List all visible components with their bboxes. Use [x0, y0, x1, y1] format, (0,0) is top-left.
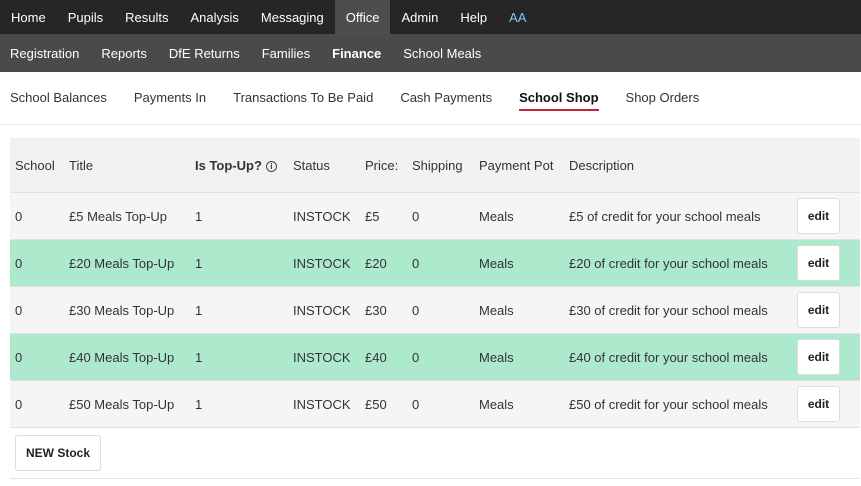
cell-payment-pot: Meals: [474, 380, 564, 427]
cell-description: £5 of credit for your school meals: [564, 192, 792, 240]
topnav-item-results[interactable]: Results: [114, 0, 179, 34]
tab-shop-orders[interactable]: Shop Orders: [626, 89, 700, 107]
column-header-status: Status: [293, 157, 330, 173]
subnav-item-finance[interactable]: Finance: [321, 46, 392, 61]
cell-shipping: 0: [407, 380, 474, 427]
cell-school: 0: [10, 333, 64, 381]
cell-status: INSTOCK: [288, 380, 360, 427]
cell-price: £20: [360, 239, 407, 287]
table-header-row: School Title Is Top-Up? i Status Price: S…: [10, 138, 860, 193]
cell-status: INSTOCK: [288, 286, 360, 334]
topnav-item-office[interactable]: Office: [334, 0, 391, 34]
cell-actions: edit: [792, 239, 860, 287]
cell-payment-pot: Meals: [474, 286, 564, 334]
cell-payment-pot: Meals: [474, 192, 564, 240]
tab-payments-in[interactable]: Payments In: [134, 89, 206, 107]
topnav-item-pupils[interactable]: Pupils: [57, 0, 114, 34]
table-footer: NEW Stock: [10, 427, 860, 479]
cell-is-top-up: 1: [190, 380, 288, 427]
edit-button[interactable]: edit: [797, 339, 840, 375]
cell-title: £5 Meals Top-Up: [64, 192, 190, 240]
cell-school: 0: [10, 192, 64, 240]
cell-payment-pot: Meals: [474, 239, 564, 287]
top-navigation: Home Pupils Results Analysis Messaging O…: [0, 0, 861, 34]
cell-status: INSTOCK: [288, 192, 360, 240]
cell-price: £30: [360, 286, 407, 334]
tab-cash-payments[interactable]: Cash Payments: [400, 89, 492, 107]
cell-school: 0: [10, 239, 64, 287]
cell-title: £30 Meals Top-Up: [64, 286, 190, 334]
column-header-payment-pot: Payment Pot: [479, 157, 554, 173]
column-header-is-top-up: Is Top-Up? i: [190, 138, 288, 193]
cell-description: £30 of credit for your school meals: [564, 286, 792, 334]
cell-is-top-up: 1: [190, 239, 288, 287]
subnav-item-families[interactable]: Families: [251, 46, 321, 61]
edit-button[interactable]: edit: [797, 292, 840, 328]
column-header-price: Price:: [365, 157, 399, 173]
table-row: 0 £20 Meals Top-Up 1 INSTOCK £20 0 Meals…: [10, 239, 860, 287]
column-header-description: Description: [569, 157, 635, 173]
cell-title: £40 Meals Top-Up: [64, 333, 190, 381]
tab-school-shop[interactable]: School Shop: [519, 89, 599, 111]
sub-navigation: Registration Reports DfE Returns Familie…: [0, 34, 861, 72]
cell-actions: edit: [792, 380, 860, 427]
cell-is-top-up: 1: [190, 286, 288, 334]
topnav-item-admin[interactable]: Admin: [390, 0, 449, 34]
shop-items-table-container: School Title Is Top-Up? i Status Price: S…: [10, 138, 860, 427]
shop-items-table: School Title Is Top-Up? i Status Price: S…: [10, 138, 860, 427]
cell-status: INSTOCK: [288, 333, 360, 381]
subnav-item-school-meals[interactable]: School Meals: [392, 46, 492, 61]
table-row: 0 £40 Meals Top-Up 1 INSTOCK £40 0 Meals…: [10, 333, 860, 381]
cell-actions: edit: [792, 286, 860, 334]
column-header-school: School: [15, 157, 55, 173]
topnav-item-analysis[interactable]: Analysis: [179, 0, 249, 34]
cell-description: £20 of credit for your school meals: [564, 239, 792, 287]
column-header-title: Title: [69, 157, 94, 173]
cell-price: £50: [360, 380, 407, 427]
subnav-item-registration[interactable]: Registration: [0, 46, 90, 61]
table-row: 0 £50 Meals Top-Up 1 INSTOCK £50 0 Meals…: [10, 380, 860, 427]
cell-actions: edit: [792, 192, 860, 240]
cell-shipping: 0: [407, 286, 474, 334]
tab-school-balances[interactable]: School Balances: [10, 89, 107, 107]
cell-description: £40 of credit for your school meals: [564, 333, 792, 381]
cell-price: £40: [360, 333, 407, 381]
cell-school: 0: [10, 380, 64, 427]
user-initials-link[interactable]: AA: [498, 0, 537, 34]
cell-actions: edit: [792, 333, 860, 381]
edit-button[interactable]: edit: [797, 198, 840, 234]
cell-payment-pot: Meals: [474, 333, 564, 381]
cell-description: £50 of credit for your school meals: [564, 380, 792, 427]
info-icon[interactable]: i: [265, 160, 277, 172]
subnav-item-reports[interactable]: Reports: [90, 46, 158, 61]
topnav-item-home[interactable]: Home: [0, 0, 57, 34]
cell-status: INSTOCK: [288, 239, 360, 287]
cell-shipping: 0: [407, 192, 474, 240]
column-header-actions: [792, 138, 860, 193]
cell-is-top-up: 1: [190, 333, 288, 381]
column-header-shipping: Shipping: [412, 157, 463, 173]
new-stock-button[interactable]: NEW Stock: [15, 435, 102, 471]
cell-shipping: 0: [407, 239, 474, 287]
table-row: 0 £30 Meals Top-Up 1 INSTOCK £30 0 Meals…: [10, 286, 860, 334]
cell-price: £5: [360, 192, 407, 240]
cell-school: 0: [10, 286, 64, 334]
topnav-item-messaging[interactable]: Messaging: [250, 0, 335, 34]
table-row: 0 £5 Meals Top-Up 1 INSTOCK £5 0 Meals £…: [10, 192, 860, 240]
tab-transactions-to-be-paid[interactable]: Transactions To Be Paid: [233, 89, 373, 107]
edit-button[interactable]: edit: [797, 245, 840, 281]
finance-tabs: School Balances Payments In Transactions…: [0, 72, 861, 125]
topnav-item-help[interactable]: Help: [449, 0, 498, 34]
cell-shipping: 0: [407, 333, 474, 381]
cell-is-top-up: 1: [190, 192, 288, 240]
edit-button[interactable]: edit: [797, 386, 840, 422]
cell-title: £50 Meals Top-Up: [64, 380, 190, 427]
subnav-item-dfe-returns[interactable]: DfE Returns: [158, 46, 251, 61]
cell-title: £20 Meals Top-Up: [64, 239, 190, 287]
column-header-is-top-up-label: Is Top-Up?: [195, 157, 262, 173]
